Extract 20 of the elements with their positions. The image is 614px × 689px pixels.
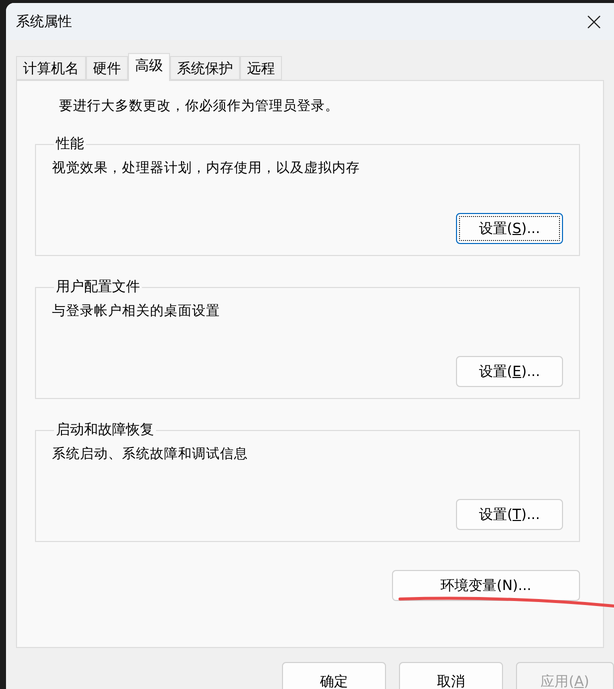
tab[interactable]: 系统保护	[170, 56, 240, 80]
tab[interactable]: 计算机名	[16, 56, 86, 80]
settings-button[interactable]: 设置(S)...	[456, 213, 563, 244]
group-title: 用户配置文件	[55, 278, 141, 296]
settings-button[interactable]: 设置(T)...	[456, 499, 563, 530]
dialog-button[interactable]: 取消	[399, 662, 503, 689]
window-title: 系统属性	[16, 12, 72, 30]
group-description: 系统启动、系统故障和调试信息	[52, 445, 249, 463]
group-title: 性能	[54, 135, 85, 153]
group-title: 启动和故障恢复	[55, 421, 155, 439]
settings-button[interactable]: 设置(E)...	[456, 356, 563, 387]
notice-text: 要进行大多数更改，你必须作为管理员登录。	[59, 97, 340, 115]
dialog-button[interactable]: 确定	[282, 662, 386, 689]
group-description: 视觉效果，处理器计划，内存使用，以及虚拟内存	[52, 159, 361, 177]
tab[interactable]: 硬件	[86, 56, 128, 80]
environment-variables-button[interactable]: 环境变量(N)...	[392, 570, 580, 601]
tab[interactable]: 远程	[240, 56, 282, 80]
group-description: 与登录帐户相关的桌面设置	[52, 302, 221, 320]
close-icon[interactable]	[587, 14, 601, 28]
tab[interactable]: 高级	[128, 53, 170, 81]
